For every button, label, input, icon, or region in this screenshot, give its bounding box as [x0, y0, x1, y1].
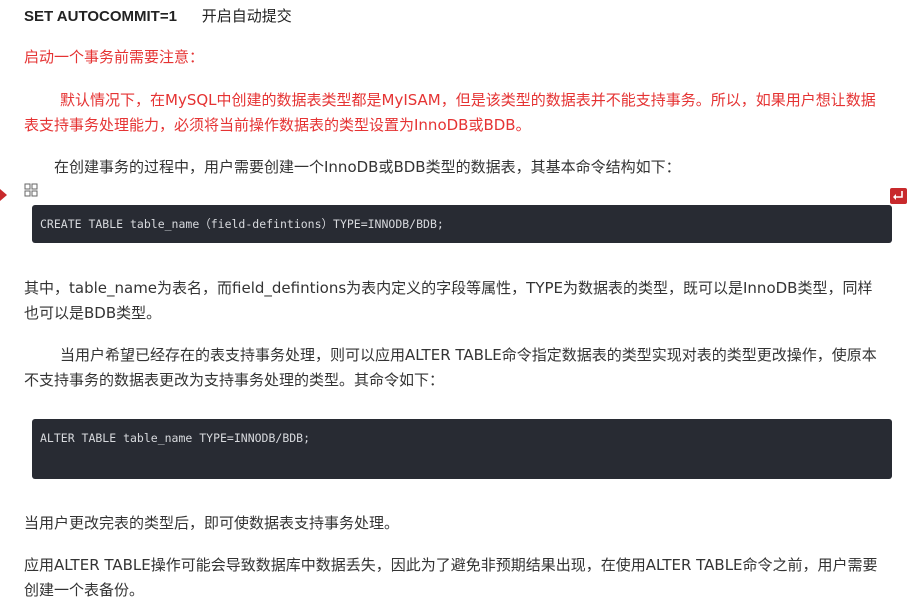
triangle-marker-icon	[0, 189, 7, 201]
return-arrow-icon[interactable]	[890, 188, 907, 204]
expand-grid-icon[interactable]	[24, 183, 38, 197]
code-block-create: CREATE TABLE table_name（field-defintions…	[32, 205, 892, 243]
autocommit-line: SET AUTOCOMMIT=1 开启自动提交	[24, 4, 886, 29]
after-alter-paragraph: 当用户更改完表的类型后，即可使数据表支持事务处理。	[24, 514, 400, 532]
notice-body: 默认情况下，在MySQL中创建的数据表类型都是MyISAM，但是该类型的数据表并…	[24, 91, 876, 134]
code-block-alter: ALTER TABLE table_name TYPE=INNODB/BDB;	[32, 419, 892, 479]
warning-paragraph: 应用ALTER TABLE操作可能会导致数据库中数据丢失，因此为了避免非预期结果…	[24, 556, 878, 599]
code-create-text: CREATE TABLE table_name（field-defintions…	[40, 217, 444, 231]
code-alter-text: ALTER TABLE table_name TYPE=INNODB/BDB;	[40, 431, 311, 445]
autocommit-command: SET AUTOCOMMIT=1	[24, 8, 177, 25]
alter-intro: 当用户希望已经存在的表支持事务处理，则可以应用ALTER TABLE命令指定数据…	[24, 346, 877, 389]
explain-paragraph: 其中，table_name为表名，而field_defintions为表内定义的…	[24, 279, 873, 322]
notice-heading: 启动一个事务前需要注意：	[24, 48, 205, 66]
article-content: SET AUTOCOMMIT=1 开启自动提交 启动一个事务前需要注意： 默认情…	[0, 0, 911, 607]
autocommit-desc: 开启自动提交	[201, 7, 292, 25]
create-intro: 在创建事务的过程中，用户需要创建一个InnoDB或BDB类型的数据表，其基本命令…	[54, 158, 681, 176]
